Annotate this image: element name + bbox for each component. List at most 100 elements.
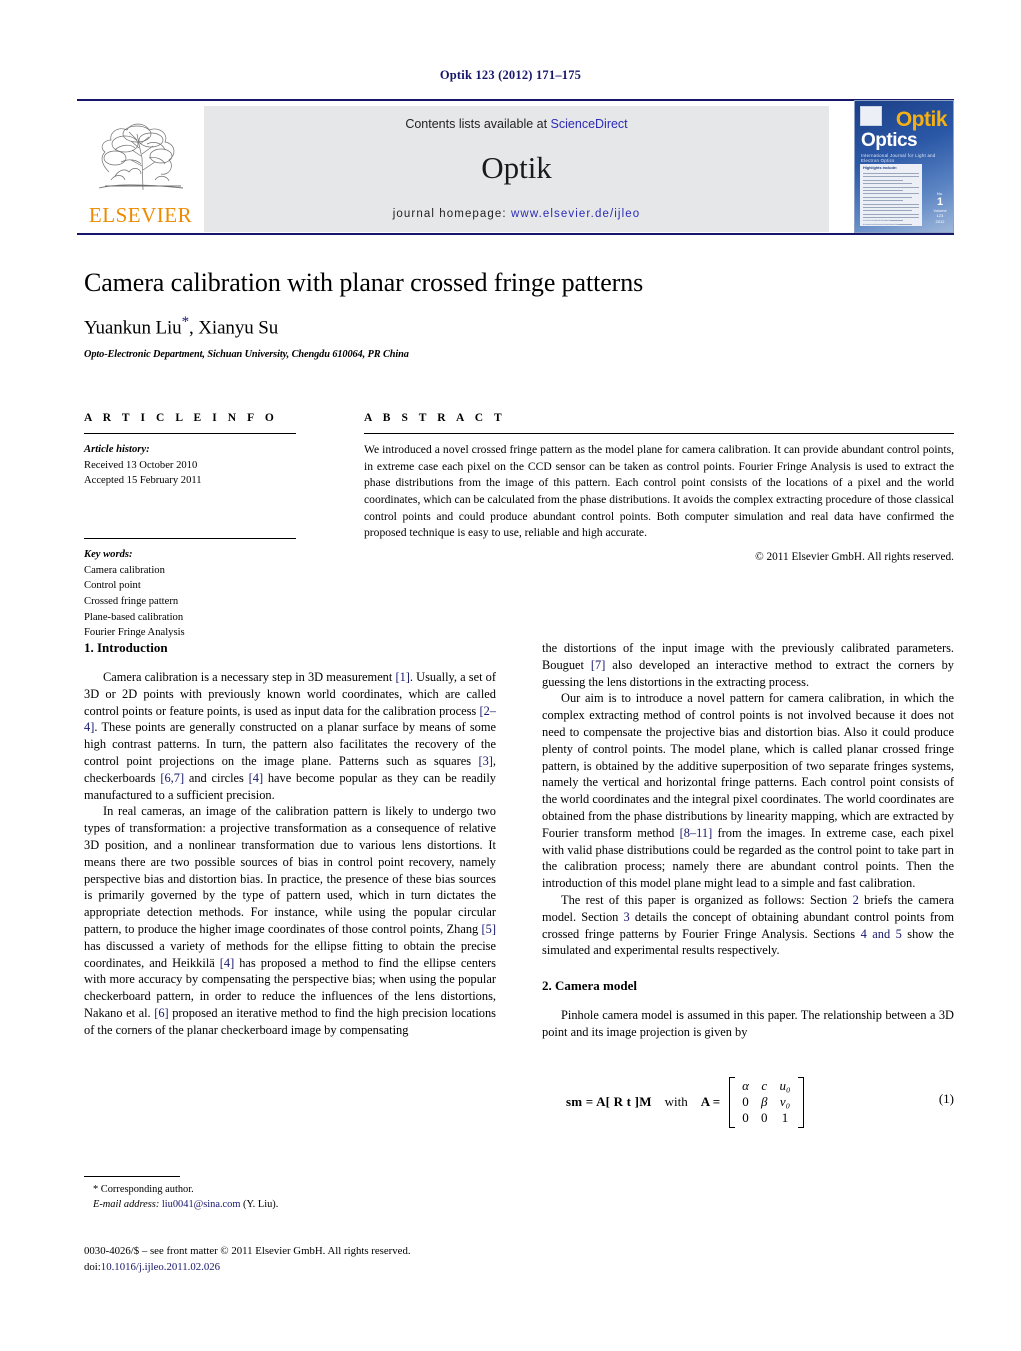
paragraph: Pinhole camera model is assumed in this … — [542, 1008, 954, 1039]
citation-ref[interactable]: [5] — [482, 922, 496, 936]
keywords-label: Key words: — [84, 549, 133, 561]
article-info-heading: A R T I C L E I N F O — [84, 412, 278, 424]
abstract-heading: A B S T R A C T — [364, 412, 506, 424]
journal-masthead: ELSEVIER Contents lists available at Sci… — [77, 99, 954, 235]
elsevier-logo: ELSEVIER — [79, 106, 202, 232]
citation-ref[interactable]: [7] — [591, 658, 605, 672]
citation-ref[interactable]: [4] — [220, 956, 234, 970]
keywords-block: Key words: Camera calibration Control po… — [84, 547, 296, 641]
abstract-copyright: © 2011 Elsevier GmbH. All rights reserve… — [755, 551, 954, 564]
cover-issue-volume: Volume 123 — [933, 207, 947, 219]
text-run: In real cameras, an image of the calibra… — [84, 804, 496, 936]
matrix-cell: c — [761, 1077, 768, 1093]
equation-matrix: α c u₀ 0 β v₀ 0 0 1 — [729, 1076, 804, 1128]
abstract-column: A B S T R A C T We introduced a novel cr… — [364, 412, 954, 563]
keywords-rule — [84, 538, 296, 540]
journal-homepage-line: journal homepage: www.elsevier.de/ijleo — [204, 208, 829, 220]
contents-available-line: Contents lists available at ScienceDirec… — [204, 117, 829, 131]
article-info-column: A R T I C L E I N F O Article history: R… — [84, 412, 296, 641]
journal-title: Optik — [481, 150, 552, 185]
equation-number: (1) — [938, 1090, 954, 1106]
footnote-block: * Corresponding author. E-mail address: … — [84, 1176, 496, 1213]
paragraph: The rest of this paper is organized as f… — [542, 892, 954, 959]
equation-with-label: with — [664, 1094, 688, 1110]
section-heading-introduction: 1. Introduction — [84, 640, 168, 655]
homepage-link[interactable]: www.elsevier.de/ijleo — [511, 208, 640, 220]
contents-prefix: Contents lists available at — [405, 117, 551, 131]
body-column-left: 1. Introduction Camera calibration is a … — [84, 640, 496, 1039]
running-head: Optik 123 (2012) 171–175 — [439, 68, 582, 82]
imprint-doi-line: doi:10.1016/j.ijleo.2011.02.026 — [84, 1260, 604, 1276]
keyword-item: Plane-based calibration — [84, 611, 184, 623]
masthead-bottom-rule — [77, 233, 954, 235]
citation-ref[interactable]: [6,7] — [160, 771, 184, 785]
elsevier-tree-icon — [98, 123, 184, 191]
text-run: and circles — [184, 770, 249, 785]
abstract-rule — [364, 433, 954, 434]
article-history-block: Article history: Received 13 October 201… — [84, 442, 296, 489]
imprint-block: 0030-4026/$ – see front matter © 2011 El… — [84, 1244, 604, 1275]
paragraph: In real cameras, an image of the calibra… — [84, 803, 496, 1038]
body-column-right: the distortions of the input image with … — [542, 640, 954, 1129]
equation-matrix-label: A = — [700, 1094, 721, 1110]
journal-cover-thumbnail: Optik Optics International Journal for L… — [854, 100, 954, 233]
masthead-top-rule — [77, 99, 954, 101]
elsevier-wordmark: ELSEVIER — [88, 203, 193, 227]
keyword-item: Camera calibration — [84, 564, 165, 576]
cover-footer-note: Available online at www.sciencedirect.co… — [861, 218, 899, 226]
keyword-item: Fourier Fringe Analysis — [84, 627, 185, 639]
section-ref[interactable]: 4 and 5 — [861, 927, 902, 941]
text-run: Our aim is to introduce a novel pattern … — [542, 691, 954, 840]
matrix-cell: v₀ — [779, 1094, 791, 1110]
matrix-cell: β — [760, 1094, 768, 1110]
matrix-cell: 0 — [742, 1110, 749, 1126]
paragraph: Our aim is to introduce a novel pattern … — [542, 690, 954, 892]
text-run: The rest of this paper is organized as f… — [561, 892, 853, 907]
equation-content: sm = A[ R t ]M with A = α c u₀ 0 β v₀ 0 … — [566, 1076, 804, 1128]
paragraph: Camera calibration is a necessary step i… — [84, 669, 496, 803]
equation-1: sm = A[ R t ]M with A = α c u₀ 0 β v₀ 0 … — [542, 1063, 954, 1129]
sciencedirect-link[interactable]: ScienceDirect — [551, 117, 628, 131]
doi-label: doi: — [84, 1260, 101, 1273]
author-first: Yuankun Liu — [84, 317, 182, 339]
affiliation: Opto-Electronic Department, Sichuan Univ… — [84, 349, 409, 361]
article-history-label: Article history: — [84, 444, 150, 455]
author-list: Yuankun Liu*, Xianyu Su — [84, 314, 954, 339]
keyword-item: Control point — [84, 580, 141, 592]
text-run: Camera calibration is a necessary step i… — [103, 670, 396, 684]
page-title: Camera calibration with planar crossed f… — [84, 268, 644, 297]
corresponding-author-note: * Corresponding author. E-mail address: … — [84, 1183, 496, 1213]
cover-panel-title: Highlights include: — [863, 166, 898, 170]
footnote-rule — [84, 1176, 180, 1177]
email-link[interactable]: liu0041@sina.com — [162, 1199, 241, 1210]
imprint-front-matter: 0030-4026/$ – see front matter © 2011 El… — [84, 1245, 411, 1257]
abstract-text: We introduced a novel crossed fringe pat… — [364, 443, 954, 540]
matrix-cell: 0 — [742, 1094, 749, 1110]
matrix-cell: 0 — [760, 1110, 768, 1126]
citation-ref[interactable]: [1] — [395, 670, 409, 684]
homepage-label: journal homepage: — [392, 208, 512, 220]
cover-elsevier-badge-icon — [860, 106, 882, 126]
masthead-center-panel: Contents lists available at ScienceDirec… — [204, 106, 829, 232]
paper-page: Optik 123 (2012) 171–175 ELSEVIER Conten… — [0, 0, 1021, 1351]
doi-link[interactable]: 10.1016/j.ijleo.2011.02.026 — [101, 1261, 220, 1273]
article-info-rule — [84, 433, 296, 434]
text-run: . These points are generally constructed… — [84, 720, 496, 768]
article-history-accepted: Accepted 15 February 2011 — [84, 475, 202, 487]
cover-issue-year: 2012 — [935, 218, 945, 224]
citation-ref[interactable]: [3] — [478, 754, 492, 768]
citation-ref[interactable]: [4] — [249, 771, 263, 785]
author-rest: , Xianyu Su — [189, 317, 279, 339]
email-address-label: E-mail address: — [93, 1198, 160, 1210]
citation-ref[interactable]: [8–11] — [680, 826, 713, 840]
cover-issue-number: 1 — [936, 195, 944, 208]
equation-lhs: sm = A[ R t ]M — [566, 1094, 652, 1110]
cover-highlights-panel: Highlights include: — [860, 164, 922, 226]
cover-issue-info: No. 1 Volume 123 2012 — [932, 191, 948, 224]
citation-ref[interactable]: [6] — [154, 1006, 168, 1020]
cover-brand-optik: Optik — [895, 108, 948, 131]
article-history-received: Received 13 October 2010 — [84, 459, 198, 471]
section-heading-camera-model: 2. Camera model — [542, 978, 637, 994]
matrix-cell: α — [742, 1077, 749, 1093]
